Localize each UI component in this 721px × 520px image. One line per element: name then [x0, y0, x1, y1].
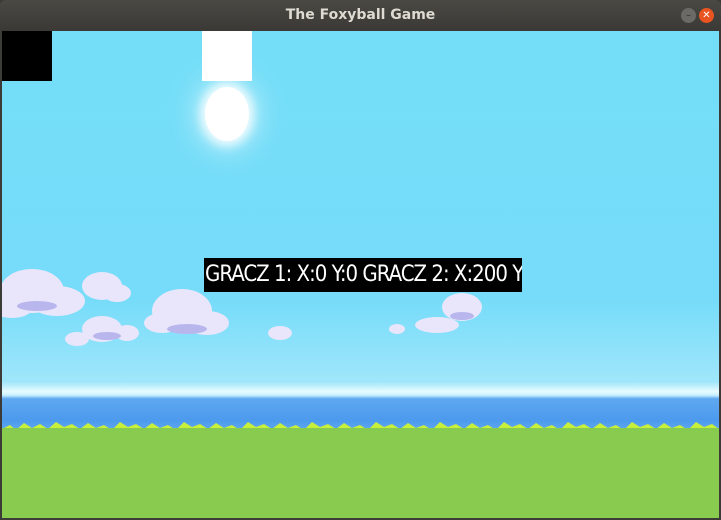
- player-2: [202, 31, 252, 81]
- window-title: The Foxyball Game: [285, 7, 436, 23]
- game-canvas[interactable]: GRACZ 1: X:0 Y:0 GRACZ 2: X:200 Y:0: [2, 31, 719, 518]
- player-position-hud: GRACZ 1: X:0 Y:0 GRACZ 2: X:200 Y:0: [204, 258, 522, 292]
- ball: [205, 87, 249, 141]
- grass-ground: [2, 428, 719, 518]
- game-window: The Foxyball Game – ✕ GRACZ 1: X:0 Y:0 G…: [0, 0, 721, 520]
- close-icon[interactable]: ✕: [699, 8, 714, 23]
- player-1: [2, 31, 52, 81]
- window-titlebar[interactable]: The Foxyball Game – ✕: [0, 0, 721, 31]
- minimize-icon[interactable]: –: [681, 8, 696, 23]
